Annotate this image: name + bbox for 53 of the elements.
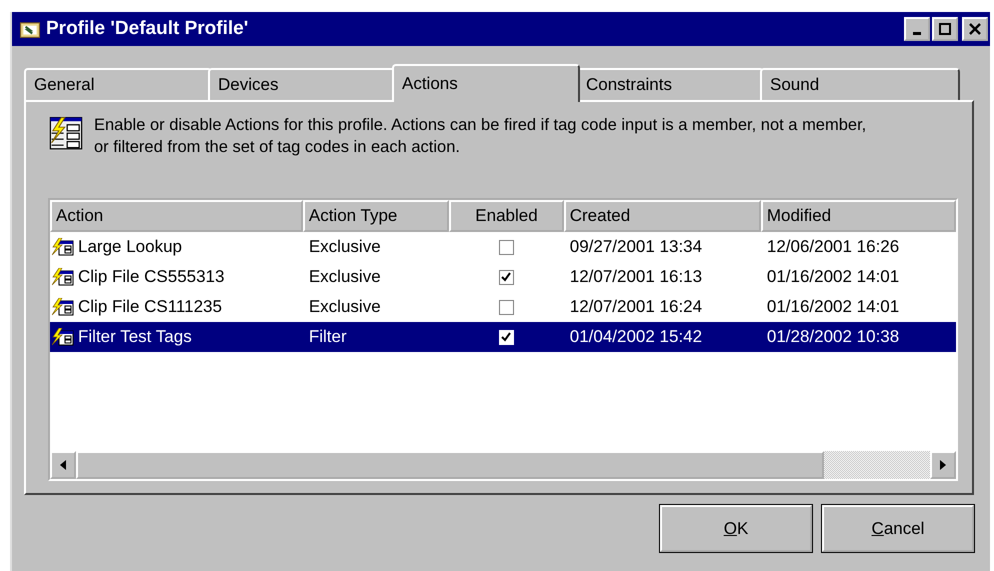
- column-header[interactable]: Action: [50, 200, 303, 232]
- close-button[interactable]: [962, 17, 988, 41]
- column-header[interactable]: Modified: [760, 200, 956, 232]
- close-icon: [969, 23, 981, 35]
- minimize-button[interactable]: [904, 17, 930, 41]
- table-cell: 01/16/2002 14:01: [766, 267, 900, 287]
- table-cell: 01/16/2002 14:01: [766, 297, 900, 317]
- table-row[interactable]: Clip File CS111235 Exclusive 12/07/2001 16:24 01/16/2002 14:01: [50, 292, 956, 322]
- checkbox[interactable]: [498, 240, 514, 254]
- table-row[interactable]: Large Lookup Exclusive 09/27/2001 13:34 12/06/2001 16:26: [50, 232, 956, 262]
- scroll-right-button[interactable]: [930, 451, 956, 479]
- column-header[interactable]: Created: [564, 200, 761, 232]
- tab[interactable]: Sound: [760, 68, 960, 100]
- scrollbar-thumb[interactable]: [76, 451, 824, 479]
- table-row[interactable]: Filter Test Tags Filter 01/04/2002 15:42 01/28/2002 10:38: [50, 322, 956, 352]
- table-cell: Clip File CS555313: [78, 267, 224, 287]
- window-title: Profile 'Default Profile': [46, 18, 250, 40]
- table-cell: 01/28/2002 10:38: [766, 327, 900, 347]
- right-arrow-icon: [940, 460, 946, 470]
- table-cell: Exclusive: [308, 237, 381, 257]
- table-cell: Large Lookup: [78, 237, 182, 257]
- column-header[interactable]: Action Type: [302, 200, 450, 232]
- action-icon: [52, 238, 74, 256]
- table-cell: 09/27/2001 13:34: [570, 237, 702, 257]
- checkbox[interactable]: [498, 270, 514, 284]
- table-cell: Clip File CS111235: [78, 297, 222, 317]
- checkbox[interactable]: [498, 300, 514, 314]
- minimize-icon: [913, 32, 921, 34]
- scroll-left-button[interactable]: [50, 451, 76, 479]
- maximize-icon: [939, 23, 951, 35]
- table-cell: 12/06/2001 16:26: [766, 237, 900, 257]
- app-icon: [20, 20, 40, 38]
- table-cell: Filter Test Tags: [78, 327, 192, 347]
- maximize-button[interactable]: [932, 17, 958, 41]
- description-text: Enable or disable Actions for this profile. Actions can be fired if tag code input is a member, not a member, or filtered from the set of tag codes in each action.: [94, 115, 868, 158]
- table-cell: 01/04/2002 15:42: [570, 327, 702, 347]
- cancel-button[interactable]: Cancel: [822, 505, 974, 552]
- table-cell: 12/07/2001 16:24: [570, 297, 702, 317]
- tab[interactable]: Actions: [392, 64, 580, 102]
- action-icon: [52, 268, 74, 286]
- horizontal-scrollbar[interactable]: [50, 451, 956, 479]
- tab[interactable]: General: [24, 68, 212, 100]
- table-cell: Exclusive: [308, 297, 381, 317]
- table-cell: Exclusive: [308, 267, 381, 287]
- table-cell: 12/07/2001 16:13: [570, 267, 702, 287]
- column-header[interactable]: Enabled: [449, 200, 564, 232]
- actions-icon: [48, 114, 84, 150]
- action-icon: [52, 328, 74, 346]
- left-arrow-icon: [60, 460, 66, 470]
- table-cell: Filter: [308, 327, 347, 347]
- table-row[interactable]: Clip File CS555313 Exclusive 12/07/2001 16:13 01/16/2002 14:01: [50, 262, 956, 292]
- ok-button[interactable]: OK: [660, 505, 812, 552]
- action-icon: [52, 298, 74, 316]
